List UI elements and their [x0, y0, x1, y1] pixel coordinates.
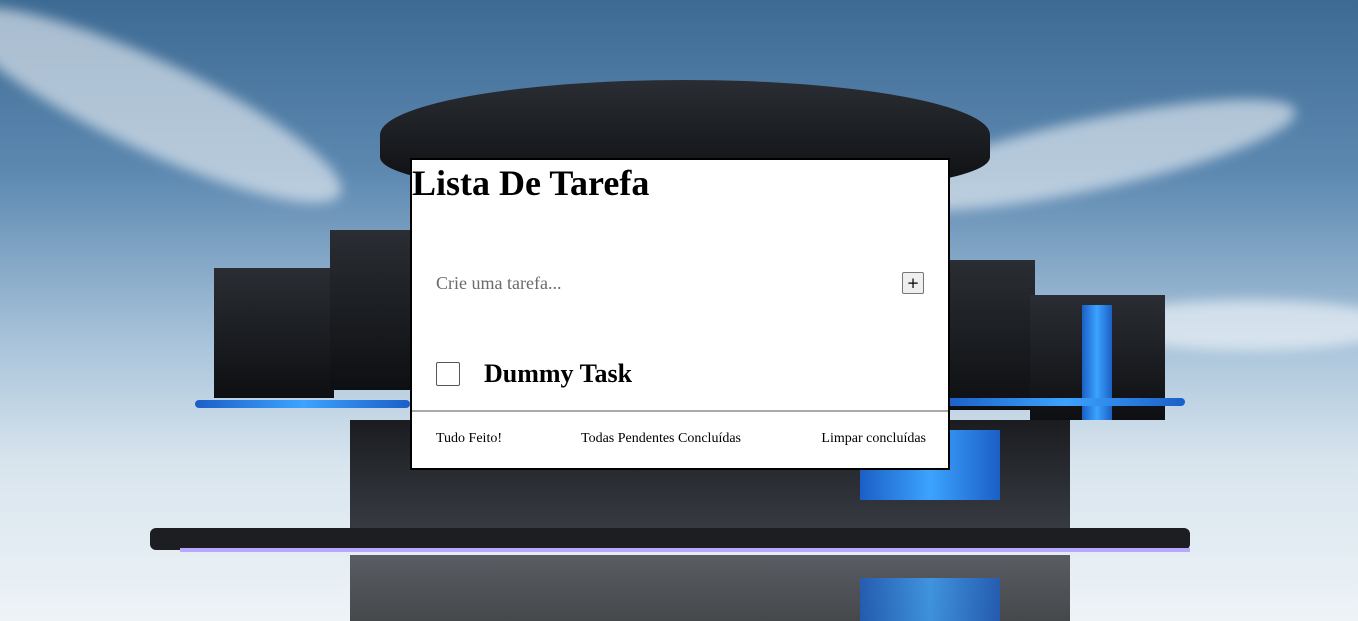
all-done-button[interactable]: Tudo Feito!	[436, 430, 502, 448]
new-task-input[interactable]	[436, 270, 876, 296]
task-label: Dummy Task	[484, 359, 633, 388]
building-block	[214, 268, 334, 398]
complete-all-pending-button[interactable]: Todas Pendentes Concluídas	[581, 430, 741, 448]
cloud	[0, 0, 360, 235]
building-block	[940, 260, 1035, 410]
platform-light	[180, 548, 1190, 552]
divider	[412, 410, 948, 412]
building-light	[945, 398, 1185, 406]
building-block	[330, 230, 420, 390]
clear-completed-button[interactable]: Limpar concluídas	[821, 430, 926, 448]
task-item: Dummy Task	[436, 358, 916, 390]
building-platform	[150, 528, 1190, 550]
todo-card: Lista De Tarefa + Dummy Task Tudo Feito!…	[410, 158, 950, 470]
building-light	[195, 400, 410, 408]
add-task-button[interactable]: +	[902, 272, 924, 294]
task-checkbox[interactable]	[436, 362, 460, 386]
building-light	[860, 578, 1000, 621]
page-title: Lista De Tarefa	[412, 163, 650, 203]
